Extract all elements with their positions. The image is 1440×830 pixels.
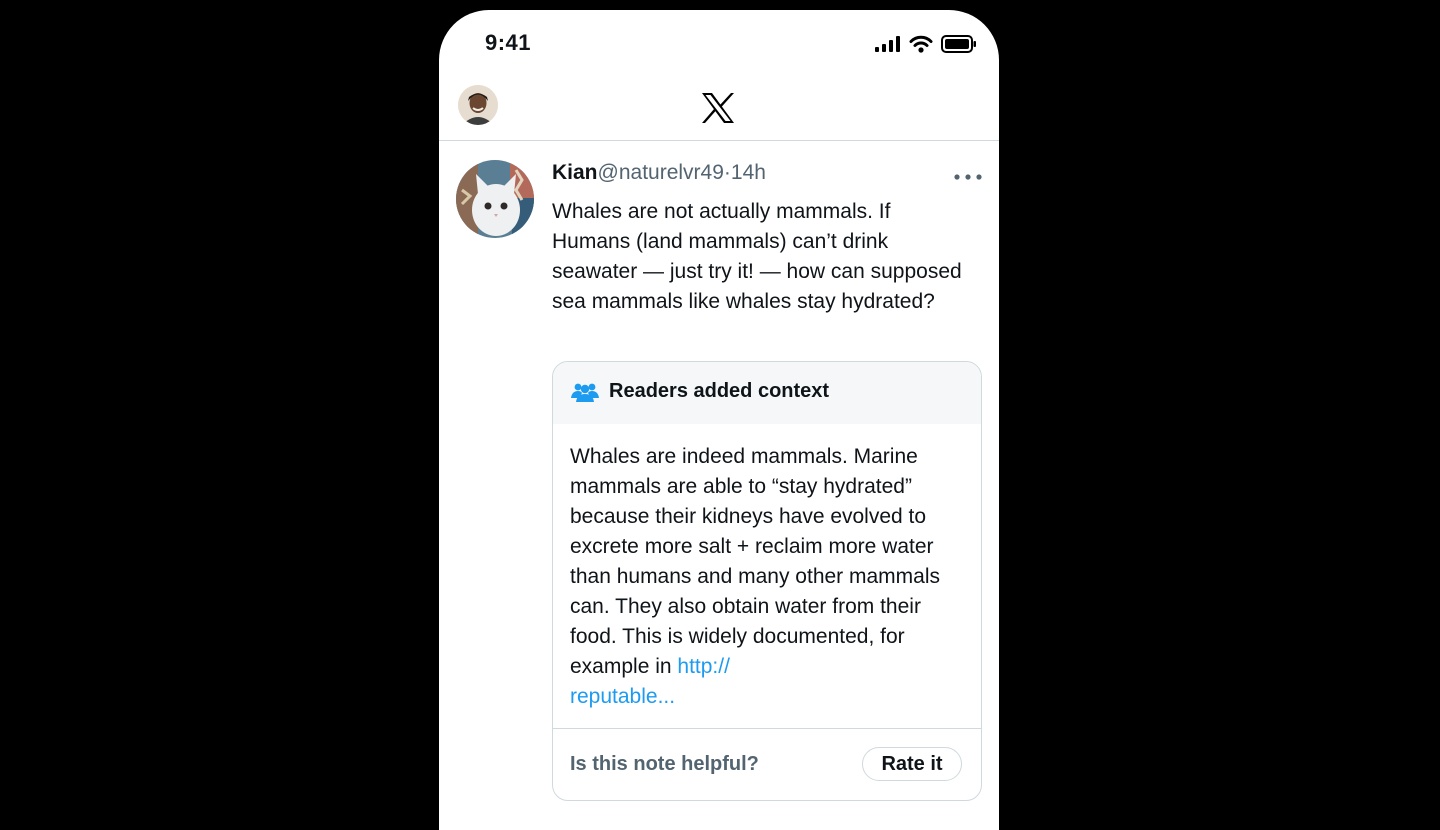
- battery-icon: [941, 35, 976, 53]
- author-name[interactable]: Kian: [552, 161, 598, 184]
- readers-group-icon: [571, 383, 599, 402]
- tweet-timestamp[interactable]: 14h: [731, 161, 766, 184]
- author-avatar-image: [456, 160, 534, 238]
- phone-frame: 9:41 Kian@naturelvr49·14h Whales are not…: [439, 10, 999, 830]
- top-nav-bar: [439, 80, 999, 141]
- community-note-body: Whales are indeed mammals. Marine mammal…: [570, 442, 970, 712]
- cellular-signal-icon: [875, 36, 900, 52]
- profile-avatar[interactable]: [458, 85, 498, 125]
- x-logo-icon[interactable]: [701, 92, 735, 124]
- author-avatar[interactable]: [456, 160, 534, 238]
- helpful-question: Is this note helpful?: [570, 753, 759, 775]
- wifi-icon: [909, 35, 933, 53]
- author-handle[interactable]: @naturelvr49: [598, 161, 724, 184]
- status-bar: 9:41: [439, 10, 999, 80]
- rate-it-button[interactable]: Rate it: [862, 747, 962, 781]
- tweet-text: Whales are not actually mammals. If Huma…: [552, 200, 962, 313]
- profile-avatar-image: [458, 85, 498, 125]
- status-time: 9:41: [485, 30, 532, 55]
- community-note-text: Whales are indeed mammals. Marine mammal…: [570, 445, 941, 678]
- community-note-title: Readers added context: [609, 380, 830, 402]
- dot-separator: ·: [723, 161, 731, 184]
- more-options-icon[interactable]: [953, 173, 983, 181]
- community-note-card: Readers added context Whales are indeed …: [552, 361, 982, 801]
- community-note-footer: Is this note helpful? Rate it: [553, 728, 981, 800]
- community-note-header: Readers added context: [553, 362, 981, 424]
- status-icons: [875, 34, 977, 54]
- tweet-header: Kian@naturelvr49·14h: [552, 161, 766, 185]
